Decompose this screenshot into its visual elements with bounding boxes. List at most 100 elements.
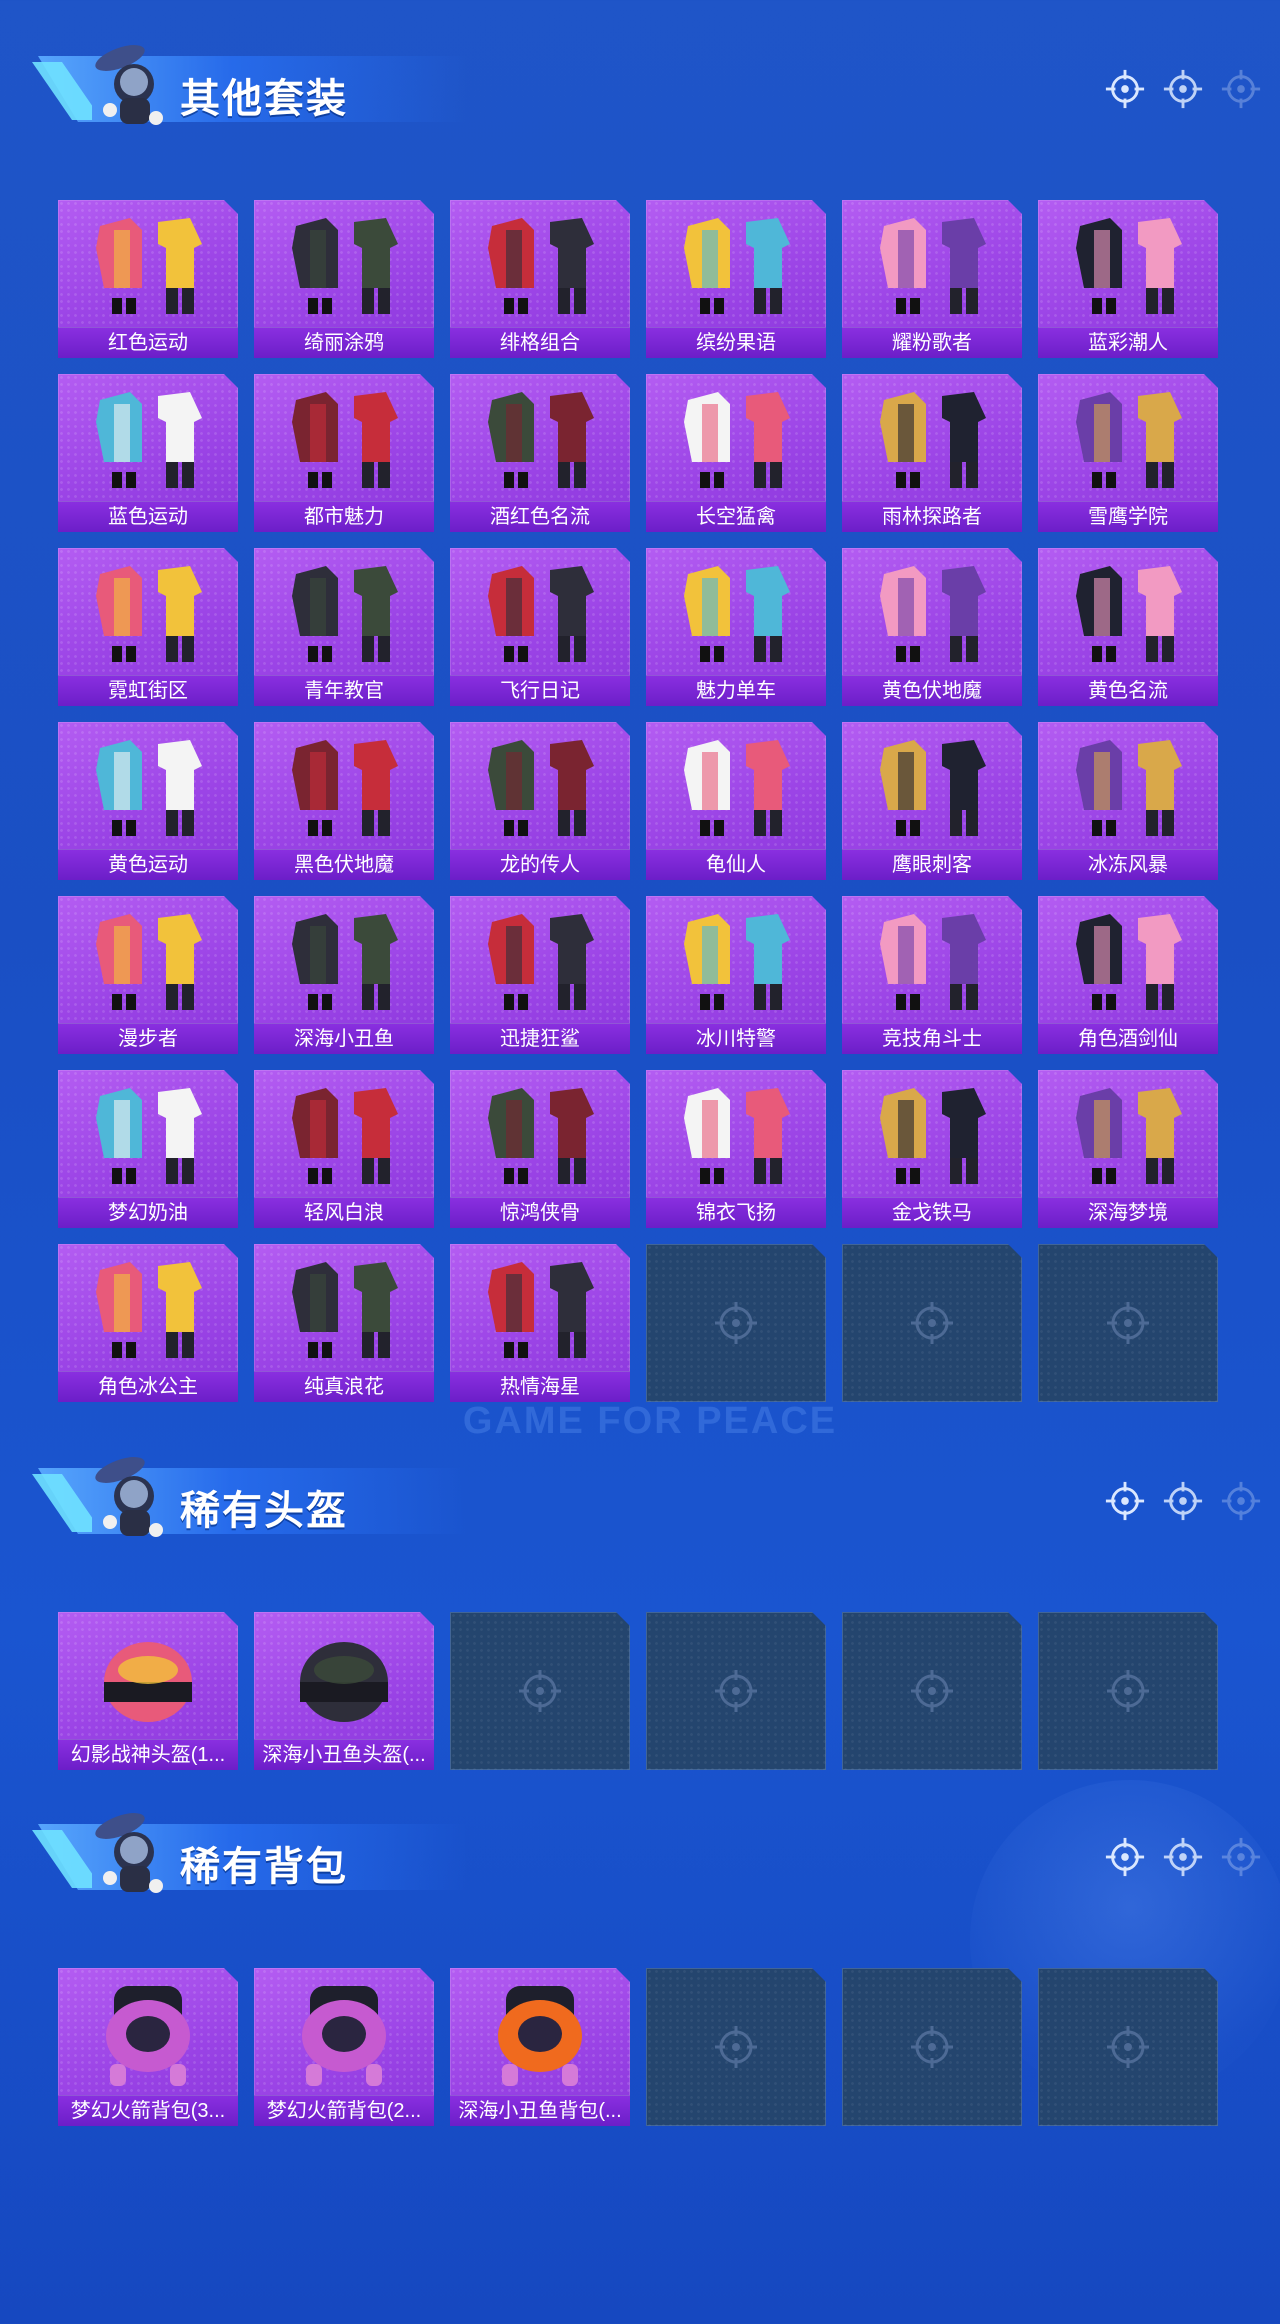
parachuting-soldier-icon [90, 1450, 176, 1542]
item-card[interactable]: 青年教官 [254, 548, 434, 706]
item-card[interactable]: 绮丽涂鸦 [254, 200, 434, 358]
item-image [70, 208, 226, 322]
crosshair-icon [1104, 1836, 1146, 1878]
item-card[interactable]: 飞行日记 [450, 548, 630, 706]
header-reticles [1104, 1836, 1261, 1880]
item-image [462, 382, 618, 496]
item-label: 鹰眼刺客 [842, 849, 1022, 880]
item-card[interactable]: 龙的传人 [450, 722, 630, 880]
item-card[interactable]: 鹰眼刺客 [842, 722, 1022, 880]
item-card[interactable]: 黑色伏地魔 [254, 722, 434, 880]
item-card[interactable]: 雨林探路者 [842, 374, 1022, 532]
item-card[interactable]: 金戈铁马 [842, 1070, 1022, 1228]
empty-slot [646, 1244, 826, 1402]
item-card[interactable]: 绯格组合 [450, 200, 630, 358]
crosshair-icon [1162, 1480, 1204, 1522]
item-card[interactable]: 角色冰公主 [58, 1244, 238, 1402]
crosshair-icon [1162, 68, 1204, 110]
item-label: 雪鹰学院 [1038, 501, 1218, 532]
item-card[interactable]: 锦衣飞扬 [646, 1070, 826, 1228]
empty-slot [646, 1612, 826, 1770]
item-image [658, 208, 814, 322]
item-image [658, 1078, 814, 1192]
item-card[interactable]: 轻风白浪 [254, 1070, 434, 1228]
item-card[interactable]: 漫步者 [58, 896, 238, 1054]
item-card[interactable]: 梦幻奶油 [58, 1070, 238, 1228]
item-label: 黄色伏地魔 [842, 675, 1022, 706]
item-card[interactable]: 霓虹街区 [58, 548, 238, 706]
item-image [1050, 904, 1206, 1018]
item-label: 轻风白浪 [254, 1197, 434, 1228]
section-header: 其他套装 [28, 28, 468, 138]
item-card[interactable]: 梦幻火箭背包(2... [254, 1968, 434, 2126]
item-card[interactable]: 纯真浪花 [254, 1244, 434, 1402]
item-label: 长空猛禽 [646, 501, 826, 532]
item-label: 雨林探路者 [842, 501, 1022, 532]
crosshair-icon [908, 1667, 956, 1715]
item-card[interactable]: 冰川特警 [646, 896, 826, 1054]
item-label: 绯格组合 [450, 327, 630, 358]
item-label: 霓虹街区 [58, 675, 238, 706]
item-label: 角色冰公主 [58, 1371, 238, 1402]
item-row: 红色运动 绮丽涂鸦 绯格组合 缤纷果语 耀粉歌者 蓝彩潮人 [58, 200, 1222, 358]
item-card[interactable]: 缤纷果语 [646, 200, 826, 358]
item-card[interactable]: 酒红色名流 [450, 374, 630, 532]
item-card[interactable]: 龟仙人 [646, 722, 826, 880]
item-card[interactable]: 蓝色运动 [58, 374, 238, 532]
item-label: 耀粉歌者 [842, 327, 1022, 358]
item-card[interactable]: 深海小丑鱼背包(... [450, 1968, 630, 2126]
item-image [266, 730, 422, 844]
item-image [70, 1252, 226, 1366]
item-card[interactable]: 惊鸿侠骨 [450, 1070, 630, 1228]
item-card[interactable]: 长空猛禽 [646, 374, 826, 532]
item-card[interactable]: 冰冻风暴 [1038, 722, 1218, 880]
item-card[interactable]: 热情海星 [450, 1244, 630, 1402]
item-label: 梦幻奶油 [58, 1197, 238, 1228]
item-card[interactable]: 梦幻火箭背包(3... [58, 1968, 238, 2126]
item-card[interactable]: 耀粉歌者 [842, 200, 1022, 358]
item-image [854, 208, 1010, 322]
crosshair-icon [908, 2023, 956, 2071]
item-card[interactable]: 深海小丑鱼 [254, 896, 434, 1054]
item-image [1050, 556, 1206, 670]
item-image [658, 382, 814, 496]
item-card[interactable]: 黄色名流 [1038, 548, 1218, 706]
item-label: 飞行日记 [450, 675, 630, 706]
crosshair-icon [1162, 1836, 1204, 1878]
item-label: 深海梦境 [1038, 1197, 1218, 1228]
item-card[interactable]: 红色运动 [58, 200, 238, 358]
item-card[interactable]: 角色酒剑仙 [1038, 896, 1218, 1054]
item-card[interactable]: 黄色运动 [58, 722, 238, 880]
item-card[interactable]: 深海梦境 [1038, 1070, 1218, 1228]
section-title: 稀有头盔 [180, 1489, 348, 1533]
item-card[interactable]: 迅捷狂鲨 [450, 896, 630, 1054]
item-label: 深海小丑鱼 [254, 1023, 434, 1054]
item-image [1050, 382, 1206, 496]
item-card[interactable]: 蓝彩潮人 [1038, 200, 1218, 358]
item-image [70, 1976, 226, 2090]
item-card[interactable]: 竞技角斗士 [842, 896, 1022, 1054]
empty-slot [1038, 1244, 1218, 1402]
crosshair-icon [1104, 2023, 1152, 2071]
item-image [70, 556, 226, 670]
item-image [1050, 208, 1206, 322]
empty-slot [842, 1612, 1022, 1770]
item-card[interactable]: 魅力单车 [646, 548, 826, 706]
crosshair-icon [712, 2023, 760, 2071]
item-row: 梦幻火箭背包(3... 梦幻火箭背包(2... 深海小丑鱼背包(... [58, 1968, 1222, 2126]
parachuting-soldier-icon [90, 38, 176, 130]
empty-slot [1038, 1612, 1218, 1770]
item-card[interactable]: 黄色伏地魔 [842, 548, 1022, 706]
item-card[interactable]: 深海小丑鱼头盔(... [254, 1612, 434, 1770]
item-card[interactable]: 幻影战神头盔(1... [58, 1612, 238, 1770]
item-image [266, 1078, 422, 1192]
item-label: 角色酒剑仙 [1038, 1023, 1218, 1054]
item-image [658, 556, 814, 670]
item-label: 酒红色名流 [450, 501, 630, 532]
item-image [462, 556, 618, 670]
item-image [462, 904, 618, 1018]
item-label: 蓝色运动 [58, 501, 238, 532]
item-card[interactable]: 雪鹰学院 [1038, 374, 1218, 532]
item-card[interactable]: 都市魅力 [254, 374, 434, 532]
item-row: 幻影战神头盔(1... 深海小丑鱼头盔(... [58, 1612, 1222, 1770]
